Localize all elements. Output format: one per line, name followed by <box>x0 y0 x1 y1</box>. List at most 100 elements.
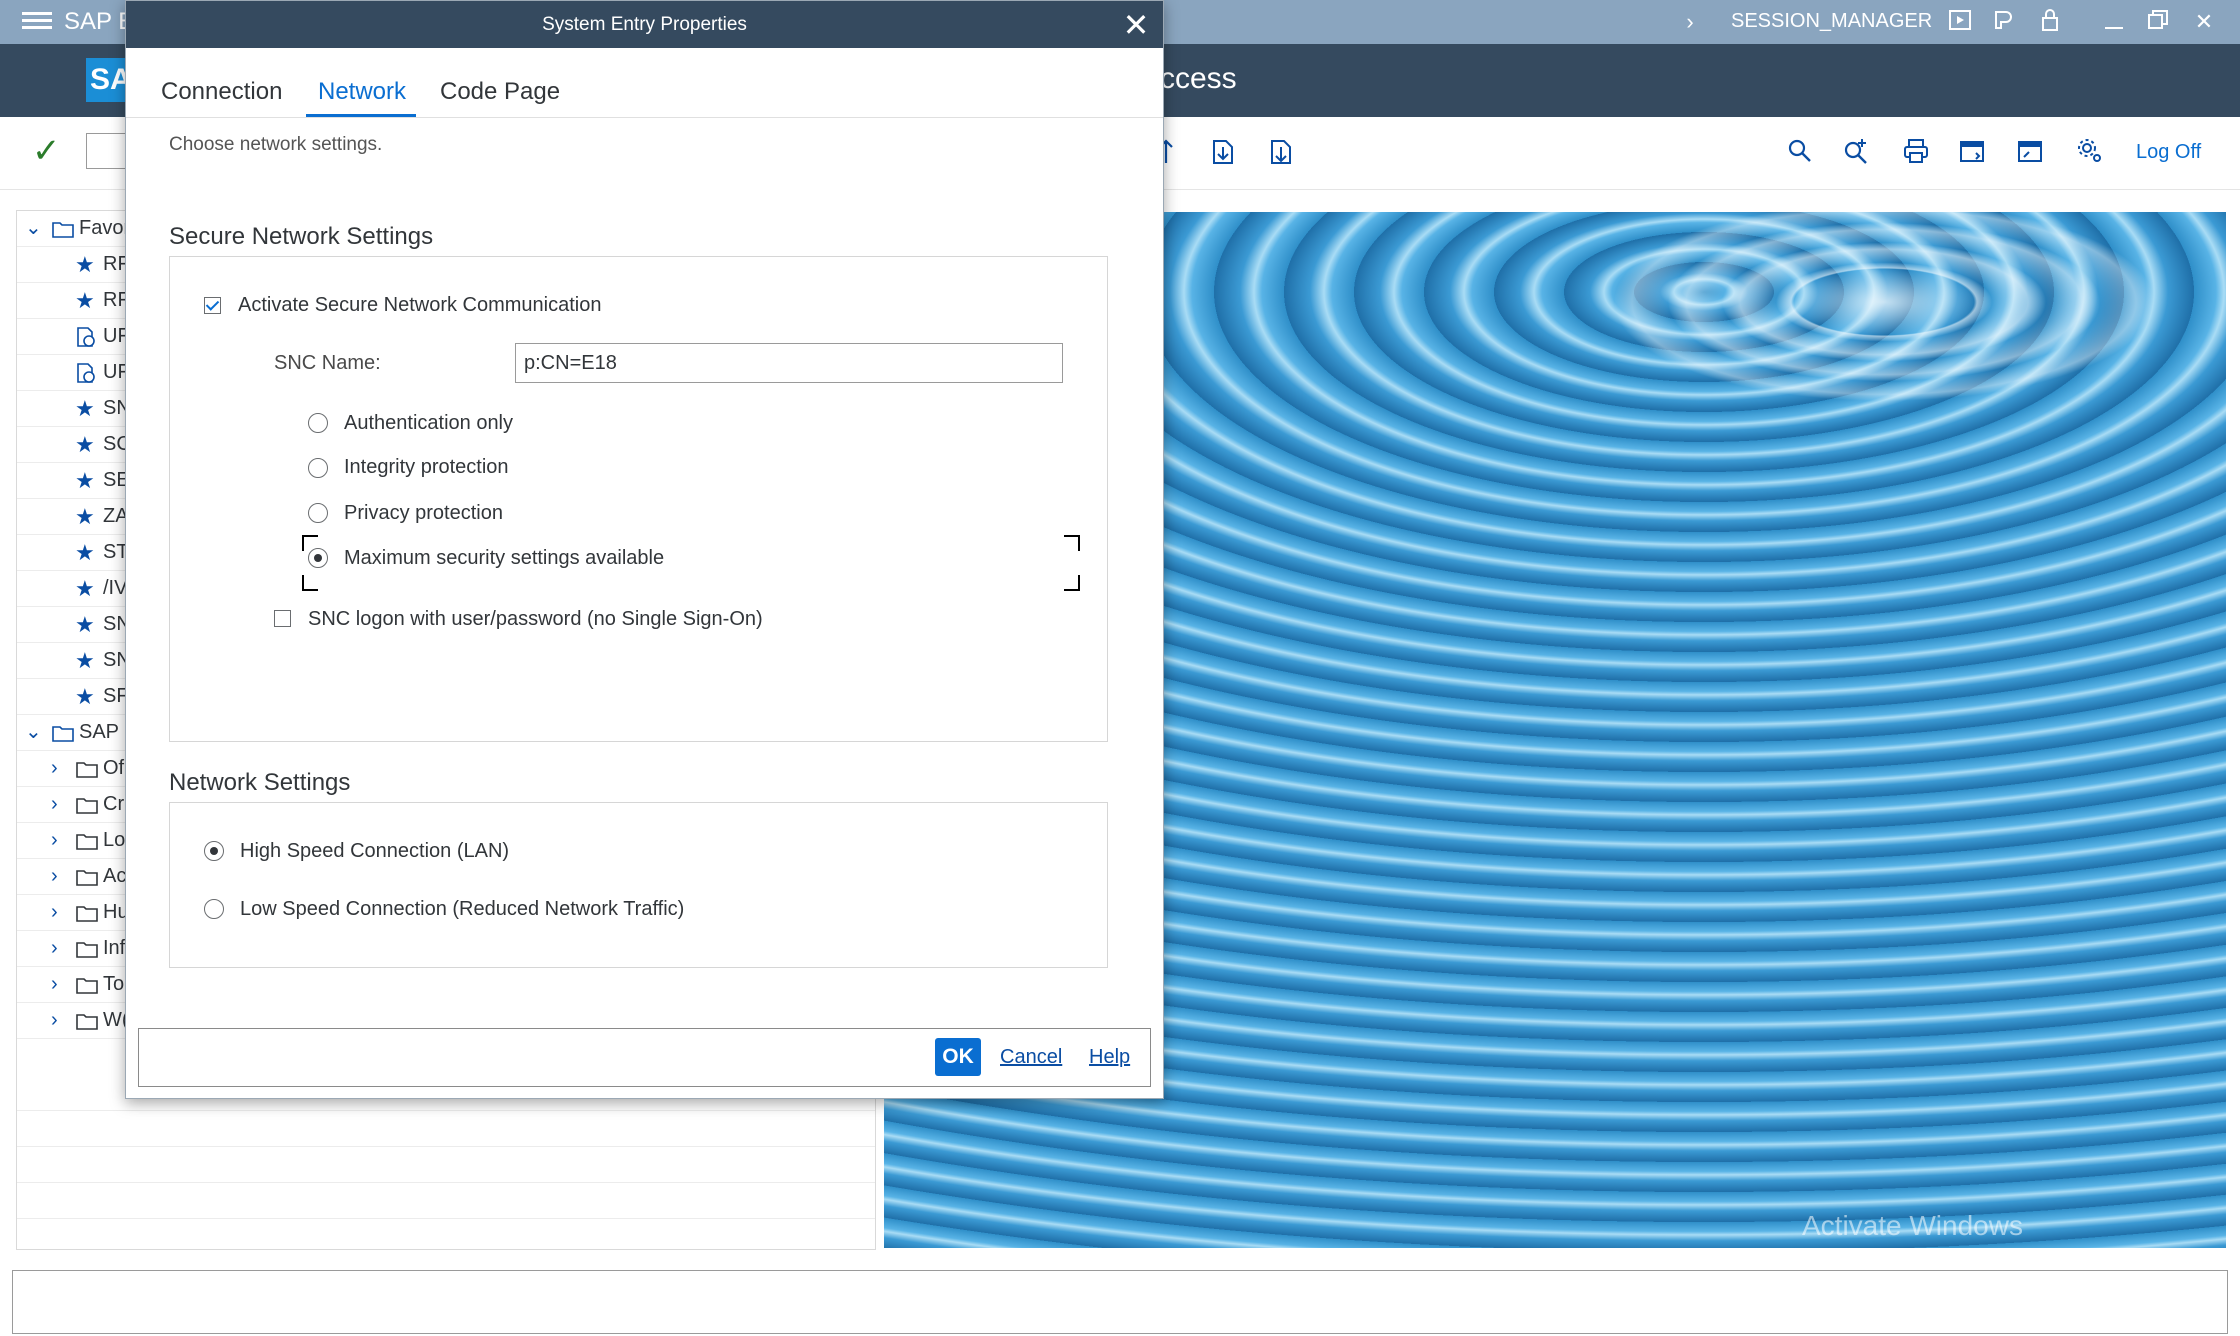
sap-menu-folder-label: Of <box>103 757 125 779</box>
star-icon: ★ <box>75 684 95 709</box>
star-icon: ★ <box>75 648 95 673</box>
chevron-right-icon[interactable]: › <box>51 937 58 960</box>
ok-button[interactable]: OK <box>935 1038 981 1076</box>
tree-label-favorites: Favor <box>79 217 131 239</box>
focus-corner <box>302 535 318 551</box>
radio-maximum-security[interactable] <box>308 548 328 568</box>
label-low-speed: Low Speed Connection (Reduced Network Tr… <box>240 898 685 920</box>
activate-snc-checkbox[interactable] <box>204 297 221 314</box>
tab-code-page[interactable]: Code Page <box>440 78 560 106</box>
tab-connection[interactable]: Connection <box>161 78 282 106</box>
star-icon: ★ <box>75 252 95 277</box>
label-privacy-protection: Privacy protection <box>344 502 503 524</box>
chevron-right-icon[interactable]: › <box>51 973 58 996</box>
settings-hint: Choose network settings. <box>169 134 383 155</box>
focus-corner <box>1064 575 1080 591</box>
close-window-icon[interactable]: ✕ <box>2190 8 2218 36</box>
tree-empty-row <box>17 1147 875 1183</box>
last-page-icon[interactable] <box>1266 137 1298 169</box>
chevron-right-icon[interactable]: › <box>51 901 58 924</box>
help-button[interactable]: Help <box>1089 1046 1130 1069</box>
chevron-right-icon[interactable]: › <box>51 1009 58 1032</box>
restore-icon[interactable] <box>2144 8 2172 36</box>
dialog-title: System Entry Properties <box>542 14 747 35</box>
web-transaction-icon <box>75 326 97 353</box>
active-tab-indicator <box>306 114 416 117</box>
close-icon[interactable]: ✕ <box>1118 7 1154 43</box>
generate-shortcut-icon[interactable] <box>2016 137 2048 169</box>
folder-icon <box>75 795 99 820</box>
chevron-right-icon[interactable]: › <box>51 829 58 852</box>
star-icon: ★ <box>75 396 95 421</box>
sap-menu-folder-label: Cr <box>103 793 125 815</box>
network-tab-content: Choose network settings. Secure Network … <box>134 118 1154 994</box>
tab-network[interactable]: Network <box>318 78 406 106</box>
snc-logon-checkbox[interactable] <box>274 610 291 627</box>
folder-icon <box>75 867 99 892</box>
folder-icon <box>75 939 99 964</box>
sap-menu-folder-label: To <box>103 973 125 995</box>
chevron-down-icon[interactable]: ⌄ <box>25 215 42 240</box>
cancel-button[interactable]: Cancel <box>1000 1046 1062 1069</box>
radio-privacy-protection[interactable] <box>308 503 328 523</box>
network-settings-title: Network Settings <box>169 769 351 796</box>
hamburger-menu-icon[interactable] <box>22 8 52 36</box>
label-maximum-security: Maximum security settings available <box>344 547 665 569</box>
chevron-right-icon[interactable]: › <box>1676 8 1704 36</box>
favorite-item-label: /IV <box>103 577 128 599</box>
label-authentication-only: Authentication only <box>344 412 514 434</box>
activation-watermark-title: Activate Windows <box>1802 1210 2023 1241</box>
new-session-icon[interactable] <box>1958 137 1990 169</box>
snc-name-input[interactable] <box>515 343 1063 383</box>
customize-icon[interactable] <box>1990 8 2018 36</box>
chevron-right-icon[interactable]: › <box>51 757 58 780</box>
search-icon[interactable] <box>1786 137 1818 169</box>
star-icon: ★ <box>75 540 95 565</box>
print-icon[interactable] <box>1902 137 1934 169</box>
radio-integrity-protection[interactable] <box>308 458 328 478</box>
chevron-down-icon[interactable]: ⌄ <box>25 719 42 744</box>
web-transaction-icon <box>75 362 97 389</box>
lock-icon[interactable] <box>2036 8 2064 36</box>
app-title: SAP E <box>64 8 135 35</box>
network-settings-group: High Speed Connection (LAN) Low Speed Co… <box>169 802 1108 968</box>
star-icon: ★ <box>75 288 95 313</box>
snc-logon-label: SNC logon with user/password (no Single … <box>308 608 763 630</box>
radio-authentication-only[interactable] <box>308 413 328 433</box>
folder-icon <box>51 723 75 748</box>
tree-empty-row <box>17 1183 875 1219</box>
system-entry-properties-dialog: System Entry Properties ✕ Connection Net… <box>125 0 1164 1099</box>
chevron-right-icon[interactable]: › <box>51 793 58 816</box>
folder-icon <box>75 831 99 856</box>
enter-check-icon[interactable]: ✓ <box>32 131 61 171</box>
star-icon: ★ <box>75 576 95 601</box>
session-label: SESSION_MANAGER <box>1731 10 1933 32</box>
shell-title: ccess <box>1160 62 1237 95</box>
star-icon: ★ <box>75 612 95 637</box>
folder-icon <box>75 1011 99 1036</box>
folder-icon <box>75 903 99 928</box>
folder-icon <box>51 219 75 244</box>
tree-empty-row <box>17 1111 875 1147</box>
radio-low-speed[interactable] <box>204 899 224 919</box>
previous-page-icon[interactable] <box>1208 137 1240 169</box>
label-high-speed-lan: High Speed Connection (LAN) <box>240 840 510 862</box>
folder-icon <box>75 975 99 1000</box>
minimize-icon[interactable] <box>2100 8 2128 36</box>
label-integrity-protection: Integrity protection <box>344 456 509 478</box>
log-off-button[interactable]: Log Off <box>2136 141 2201 164</box>
star-icon: ★ <box>75 504 95 529</box>
status-bar <box>12 1270 2228 1334</box>
sap-menu-folder-label: Ac <box>103 865 127 887</box>
dialog-footer: OK Cancel Help <box>138 1028 1151 1087</box>
radio-high-speed-lan[interactable] <box>204 841 224 861</box>
dialog-title-bar: System Entry Properties ✕ <box>126 1 1163 48</box>
dialog-tabs: Connection Network Code Page <box>126 48 1163 118</box>
snc-name-label: SNC Name: <box>274 352 381 374</box>
chevron-right-icon[interactable]: › <box>51 865 58 888</box>
settings-icon[interactable] <box>2076 137 2108 169</box>
star-icon: ★ <box>75 432 95 457</box>
play-icon[interactable] <box>1946 8 1974 36</box>
search-next-icon[interactable] <box>1842 137 1874 169</box>
focus-corner <box>302 575 318 591</box>
